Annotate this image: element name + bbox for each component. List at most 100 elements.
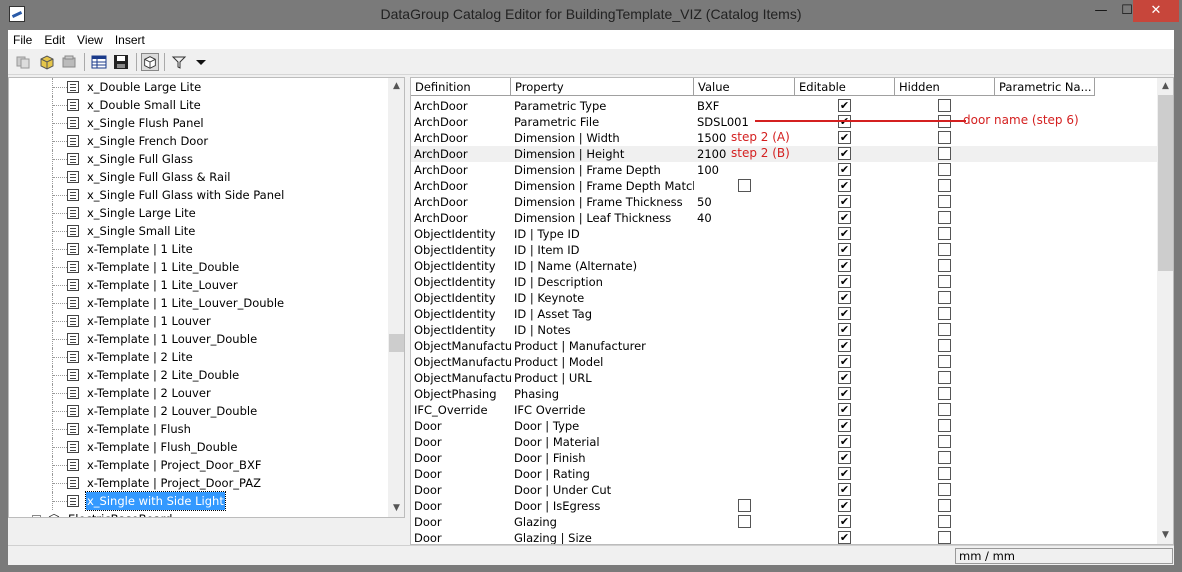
- definition-cell[interactable]: ArchDoor: [411, 194, 511, 210]
- editable-checkbox[interactable]: ✔: [838, 531, 851, 544]
- definition-cell[interactable]: ObjectIdentity: [411, 306, 511, 322]
- value-cell[interactable]: [694, 402, 795, 418]
- definition-cell[interactable]: ArchDoor: [411, 114, 511, 130]
- menu-edit[interactable]: Edit: [39, 33, 70, 47]
- property-cell[interactable]: Door | Material: [511, 434, 694, 450]
- editable-checkbox[interactable]: ✔: [838, 243, 851, 256]
- scroll-down-arrow-icon[interactable]: ▼: [388, 500, 404, 517]
- editable-checkbox[interactable]: ✔: [838, 323, 851, 336]
- close-button[interactable]: ✕: [1133, 0, 1179, 22]
- tree-item[interactable]: x-Template | Flush: [9, 420, 389, 438]
- definition-cell[interactable]: ObjectIdentity: [411, 242, 511, 258]
- definition-cell[interactable]: ArchDoor: [411, 178, 511, 194]
- editable-checkbox[interactable]: ✔: [838, 339, 851, 352]
- property-cell[interactable]: Door | Finish: [511, 450, 694, 466]
- hidden-checkbox[interactable]: [938, 195, 951, 208]
- property-cell[interactable]: Dimension | Height: [511, 146, 694, 162]
- hidden-checkbox[interactable]: [938, 323, 951, 336]
- tree-item[interactable]: x-Template | 1 Louver: [9, 312, 389, 330]
- column-header[interactable]: Hidden: [895, 78, 995, 96]
- property-cell[interactable]: ID | Name (Alternate): [511, 258, 694, 274]
- menu-insert[interactable]: Insert: [110, 33, 150, 47]
- value-cell[interactable]: [694, 274, 795, 290]
- tree-item[interactable]: x-Template | Flush_Double: [9, 438, 389, 456]
- table-row[interactable]: ObjectIdentity ID | Description ✔: [411, 274, 1157, 290]
- value-cell[interactable]: [694, 370, 795, 386]
- scroll-down-arrow-icon[interactable]: ▼: [1157, 527, 1173, 544]
- editable-checkbox[interactable]: ✔: [838, 499, 851, 512]
- property-cell[interactable]: ID | Asset Tag: [511, 306, 694, 322]
- definition-cell[interactable]: ObjectIdentity: [411, 274, 511, 290]
- property-cell[interactable]: Dimension | Frame Thickness: [511, 194, 694, 210]
- property-cell[interactable]: ID | Item ID: [511, 242, 694, 258]
- grid-vertical-scrollbar[interactable]: ▲ ▼: [1157, 78, 1173, 544]
- editable-checkbox[interactable]: ✔: [838, 195, 851, 208]
- hidden-checkbox[interactable]: [938, 483, 951, 496]
- value-checkbox[interactable]: [738, 515, 751, 528]
- column-header[interactable]: Definition: [411, 78, 511, 96]
- hidden-checkbox[interactable]: [938, 339, 951, 352]
- scroll-thumb[interactable]: [1158, 95, 1173, 271]
- definition-cell[interactable]: ObjectIdentity: [411, 226, 511, 242]
- property-cell[interactable]: Parametric File: [511, 114, 694, 130]
- hidden-checkbox[interactable]: [938, 179, 951, 192]
- editable-checkbox[interactable]: ✔: [838, 291, 851, 304]
- table-row[interactable]: ObjectIdentity ID | Item ID ✔: [411, 242, 1157, 258]
- hidden-checkbox[interactable]: [938, 227, 951, 240]
- table-row[interactable]: Door Door | Under Cut ✔: [411, 482, 1157, 498]
- editable-checkbox[interactable]: ✔: [838, 387, 851, 400]
- table-row[interactable]: ObjectIdentity ID | Name (Alternate) ✔: [411, 258, 1157, 274]
- tree-item[interactable]: x_Single Full Glass & Rail: [9, 168, 389, 186]
- table-row[interactable]: Door Door | Rating ✔: [411, 466, 1157, 482]
- property-cell[interactable]: Dimension | Width: [511, 130, 694, 146]
- hidden-checkbox[interactable]: [938, 307, 951, 320]
- tree-item[interactable]: x_Single Full Glass: [9, 150, 389, 168]
- property-cell[interactable]: Glazing | Size: [511, 530, 694, 544]
- property-cell[interactable]: Door | IsEgress: [511, 498, 694, 514]
- property-cell[interactable]: Product | Manufacturer: [511, 338, 694, 354]
- property-cell[interactable]: Product | URL: [511, 370, 694, 386]
- property-cell[interactable]: Door | Under Cut: [511, 482, 694, 498]
- scroll-up-arrow-icon[interactable]: ▲: [388, 78, 404, 95]
- value-checkbox[interactable]: [738, 499, 751, 512]
- editable-checkbox[interactable]: ✔: [838, 371, 851, 384]
- definition-cell[interactable]: Door: [411, 498, 511, 514]
- property-cell[interactable]: Door | Type: [511, 418, 694, 434]
- definition-cell[interactable]: Door: [411, 482, 511, 498]
- property-cell[interactable]: Dimension | Frame Depth: [511, 162, 694, 178]
- property-cell[interactable]: ID | Notes: [511, 322, 694, 338]
- value-cell[interactable]: BXF: [694, 98, 795, 114]
- editable-checkbox[interactable]: ✔: [838, 515, 851, 528]
- value-cell[interactable]: [694, 290, 795, 306]
- tree-item[interactable]: x-Template | Project_Door_PAZ: [9, 474, 389, 492]
- editable-checkbox[interactable]: ✔: [838, 227, 851, 240]
- copy-icon[interactable]: [14, 53, 32, 71]
- editable-checkbox[interactable]: ✔: [838, 99, 851, 112]
- tree-item[interactable]: x-Template | 1 Lite: [9, 240, 389, 258]
- hidden-checkbox[interactable]: [938, 259, 951, 272]
- property-cell[interactable]: Parametric Type: [511, 98, 694, 114]
- scroll-thumb[interactable]: [389, 334, 404, 352]
- table-row[interactable]: Door Door | IsEgress ✔: [411, 498, 1157, 514]
- menu-file[interactable]: File: [8, 33, 37, 47]
- property-cell[interactable]: IFC Override: [511, 402, 694, 418]
- table-row[interactable]: ObjectManufactu Product | URL ✔: [411, 370, 1157, 386]
- column-header[interactable]: Property: [511, 78, 694, 96]
- cube-icon[interactable]: [141, 53, 159, 71]
- value-cell[interactable]: [694, 466, 795, 482]
- dropdown-arrow-icon[interactable]: [192, 53, 210, 71]
- tree-item[interactable]: x_Double Large Lite: [9, 78, 389, 96]
- definition-cell[interactable]: Door: [411, 466, 511, 482]
- hidden-checkbox[interactable]: [938, 147, 951, 160]
- table-row[interactable]: Door Door | Finish ✔: [411, 450, 1157, 466]
- hidden-checkbox[interactable]: [938, 499, 951, 512]
- definition-cell[interactable]: Door: [411, 418, 511, 434]
- editable-checkbox[interactable]: ✔: [838, 131, 851, 144]
- value-cell[interactable]: [694, 450, 795, 466]
- editable-checkbox[interactable]: ✔: [838, 147, 851, 160]
- editable-checkbox[interactable]: ✔: [838, 275, 851, 288]
- filter-icon[interactable]: [170, 53, 188, 71]
- editable-checkbox[interactable]: ✔: [838, 483, 851, 496]
- table-row[interactable]: ArchDoor Dimension | Frame Thickness 50 ✔: [411, 194, 1157, 210]
- scroll-up-arrow-icon[interactable]: ▲: [1157, 78, 1173, 95]
